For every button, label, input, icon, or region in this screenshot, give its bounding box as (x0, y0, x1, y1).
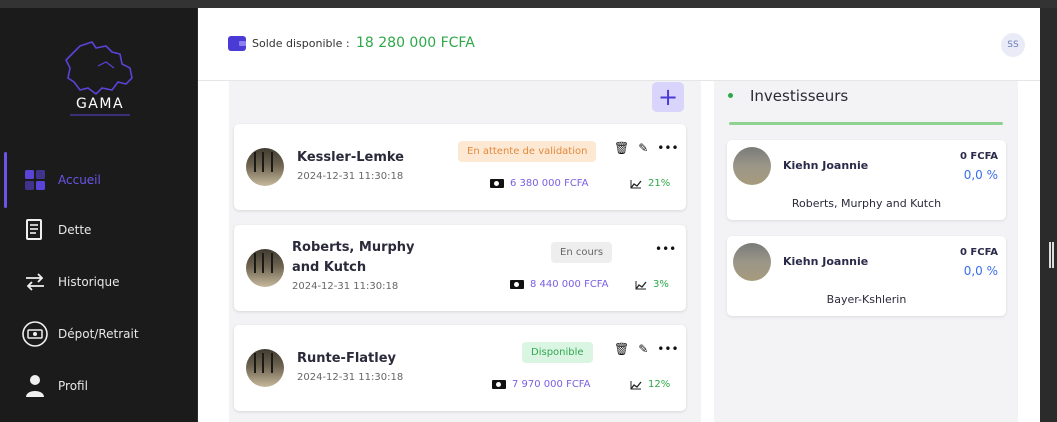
investors-dot (728, 93, 733, 98)
sidebar-item-label: Accueil (58, 173, 101, 187)
sidebar-item-depot-retrait[interactable]: Dépot/Retrait (0, 314, 197, 354)
add-project-button[interactable]: + (652, 82, 684, 112)
dashboard-icon (22, 167, 48, 193)
project-name: Roberts, Murphy and Kutch (292, 240, 415, 275)
cash-icon (22, 321, 48, 347)
swap-arrows-icon (22, 269, 48, 295)
sidebar-item-label: Dépot/Retrait (58, 327, 139, 341)
pencil-icon[interactable]: ✎ (638, 141, 648, 155)
project-amount: 6 380 000 FCFA (510, 178, 589, 189)
resize-handle[interactable] (1049, 242, 1054, 268)
window-top-border (0, 0, 1057, 8)
active-indicator (4, 152, 7, 208)
project-amount: 8 440 000 FCFA (530, 279, 609, 290)
investor-company: Bayer-Kshlerin (826, 293, 907, 306)
investor-photo (733, 243, 771, 281)
project-date: 2024-12-31 11:30:18 (297, 372, 404, 383)
logo-text: GAMA (75, 96, 125, 112)
investors-title: Investisseurs (750, 87, 849, 105)
more-icon[interactable]: ••• (655, 242, 676, 256)
project-date: 2024-12-31 11:30:18 (292, 281, 399, 292)
status-badge: En attente de validation (458, 141, 597, 162)
trend-icon (630, 380, 642, 389)
main-content: + Kessler-Lemke 2024-12-31 11:30:18 En a… (198, 81, 1040, 422)
balance-value: 18 280 000 FCFA (356, 35, 475, 51)
investor-name: Kiehn Joannie (783, 159, 869, 172)
status-badge: Disponible (522, 342, 593, 363)
investor-percent: 0,0 % (963, 168, 998, 182)
project-percent: 21% (648, 178, 671, 189)
more-icon[interactable]: ••• (657, 141, 678, 155)
project-photo (246, 349, 284, 387)
money-icon (510, 280, 524, 289)
trash-icon[interactable]: 🗑 (614, 141, 629, 155)
money-icon (490, 179, 504, 188)
sidebar-item-profil[interactable]: Profil (0, 366, 197, 406)
logo-underline (70, 114, 130, 116)
sidebar-item-label: Profil (58, 379, 88, 393)
window-right-edge (1040, 8, 1057, 422)
receipt-icon (22, 217, 48, 243)
project-card[interactable]: Runte-Flatley 2024-12-31 11:30:18 Dispon… (234, 325, 686, 411)
investor-amount: 0 FCFA (959, 247, 998, 258)
sidebar-item-label: Dette (58, 223, 92, 237)
project-card[interactable]: Roberts, Murphy and Kutch 2024-12-31 11:… (234, 225, 686, 311)
investor-amount: 0 FCFA (959, 151, 998, 162)
user-icon (22, 373, 48, 399)
investor-card[interactable]: Kiehn Joannie 0 FCFA 0,0 % Roberts, Murp… (727, 140, 1006, 220)
pencil-icon[interactable]: ✎ (638, 342, 648, 356)
user-avatar[interactable]: SS (1001, 33, 1025, 57)
map-logo-icon (65, 41, 133, 96)
project-date: 2024-12-31 11:30:18 (297, 171, 404, 182)
app-logo[interactable]: GAMA (60, 38, 140, 128)
investor-name: Kiehn Joannie (783, 255, 869, 268)
trash-icon[interactable]: 🗑 (614, 342, 629, 356)
project-name: Runte-Flatley (297, 351, 397, 366)
project-name: Kessler-Lemke (297, 150, 404, 165)
project-amount: 7 970 000 FCFA (512, 379, 591, 390)
sidebar-item-historique[interactable]: Historique (0, 262, 197, 302)
sidebar-item-label: Historique (58, 275, 120, 289)
sidebar-item-accueil[interactable]: Accueil (0, 152, 197, 208)
more-icon[interactable]: ••• (657, 342, 678, 356)
project-percent: 12% (648, 379, 671, 390)
investor-percent: 0,0 % (963, 264, 998, 278)
project-percent: 3% (653, 279, 669, 290)
investors-underline (729, 122, 1003, 125)
sidebar: GAMA Accueil Dette Historique Dépot/Retr… (0, 8, 197, 422)
investor-company: Roberts, Murphy and Kutch (791, 197, 942, 210)
trend-icon (635, 280, 647, 289)
top-header: Solde disponible : 18 280 000 FCFA SS (198, 8, 1040, 81)
balance-label: Solde disponible : (252, 37, 350, 50)
trend-icon (630, 179, 642, 188)
sidebar-item-dette[interactable]: Dette (0, 210, 197, 250)
status-badge: En cours (551, 242, 613, 263)
money-icon (492, 380, 506, 389)
project-photo (246, 249, 284, 287)
project-card[interactable]: Kessler-Lemke 2024-12-31 11:30:18 En att… (234, 124, 686, 210)
project-photo (246, 148, 284, 186)
investor-photo (733, 147, 771, 185)
wallet-icon (228, 36, 246, 55)
investor-card[interactable]: Kiehn Joannie 0 FCFA 0,0 % Bayer-Kshleri… (727, 236, 1006, 316)
